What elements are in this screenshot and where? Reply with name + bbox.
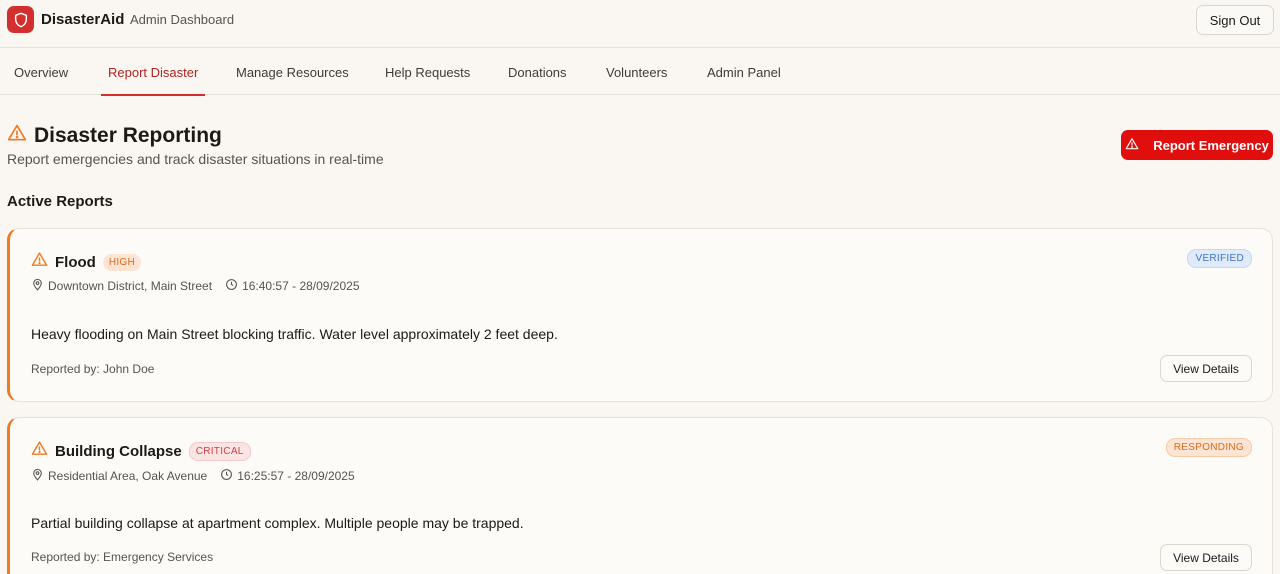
- report-title-row: Flood HIGH: [31, 251, 142, 273]
- report-meta: Downtown District, Main Street 16:40:57 …: [31, 278, 373, 294]
- report-reporter: Reported by: Emergency Services: [31, 550, 214, 564]
- tab-donations[interactable]: Donations: [501, 49, 574, 95]
- report-emergency-button[interactable]: Report Emergency: [1121, 130, 1273, 160]
- map-pin-icon: [31, 278, 48, 294]
- report-time: 16:25:57 - 28/09/2025: [220, 468, 355, 484]
- time-text: 16:25:57 - 28/09/2025: [237, 469, 355, 483]
- tab-manage-resources[interactable]: Manage Resources: [229, 49, 356, 95]
- warning-triangle-icon: [1125, 137, 1139, 154]
- view-details-button[interactable]: View Details: [1160, 355, 1252, 382]
- location-text: Downtown District, Main Street: [48, 279, 213, 293]
- tab-admin-panel[interactable]: Admin Panel: [700, 49, 788, 95]
- clock-icon: [225, 278, 242, 294]
- report-card: Building Collapse CRITICAL RESPONDING Re…: [7, 417, 1273, 574]
- report-location: Residential Area, Oak Avenue: [31, 468, 207, 484]
- nav-tabs: Overview Report Disaster Manage Resource…: [0, 49, 1280, 96]
- shield-icon: [7, 6, 34, 33]
- clock-icon: [220, 468, 237, 484]
- severity-badge: CRITICAL: [188, 441, 251, 461]
- time-text: 16:40:57 - 28/09/2025: [242, 279, 360, 293]
- report-title: Flood: [55, 253, 96, 271]
- report-title: Building Collapse: [55, 442, 182, 460]
- tab-help-requests[interactable]: Help Requests: [378, 49, 477, 95]
- warning-triangle-icon: [31, 251, 48, 273]
- report-reporter: Reported by: John Doe: [31, 362, 155, 376]
- report-emergency-label: Report Emergency: [1153, 137, 1269, 153]
- page-title: Disaster Reporting: [34, 123, 222, 147]
- tab-volunteers[interactable]: Volunteers: [599, 49, 674, 95]
- report-card: Flood HIGH VERIFIED Downtown District, M…: [7, 228, 1273, 402]
- report-location: Downtown District, Main Street: [31, 278, 212, 294]
- map-pin-icon: [31, 468, 48, 484]
- warning-triangle-icon: [7, 123, 27, 148]
- warning-triangle-icon: [31, 440, 48, 462]
- report-title-row: Building Collapse CRITICAL: [31, 440, 251, 462]
- report-time: 16:40:57 - 28/09/2025: [225, 278, 360, 294]
- view-details-button[interactable]: View Details: [1160, 544, 1252, 571]
- page-heading: Disaster Reporting: [7, 123, 222, 148]
- page-subtitle: Report emergencies and track disaster si…: [7, 151, 384, 167]
- brand-name: DisasterAid: [41, 11, 125, 28]
- section-title: Active Reports: [7, 193, 113, 210]
- status-badge: VERIFIED: [1187, 249, 1252, 268]
- location-text: Residential Area, Oak Avenue: [48, 469, 208, 483]
- top-bar: DisasterAid Admin Dashboard Sign Out: [0, 0, 1280, 48]
- tab-report-disaster[interactable]: Report Disaster: [101, 49, 206, 96]
- report-meta: Residential Area, Oak Avenue 16:25:57 - …: [31, 468, 368, 484]
- brand-subtitle: Admin Dashboard: [130, 12, 235, 27]
- tab-overview[interactable]: Overview: [7, 49, 75, 95]
- report-description: Heavy flooding on Main Street blocking t…: [31, 326, 558, 342]
- sign-out-button[interactable]: Sign Out: [1196, 5, 1274, 35]
- status-badge: RESPONDING: [1165, 438, 1252, 457]
- severity-badge: HIGH: [102, 253, 142, 271]
- report-description: Partial building collapse at apartment c…: [31, 515, 524, 531]
